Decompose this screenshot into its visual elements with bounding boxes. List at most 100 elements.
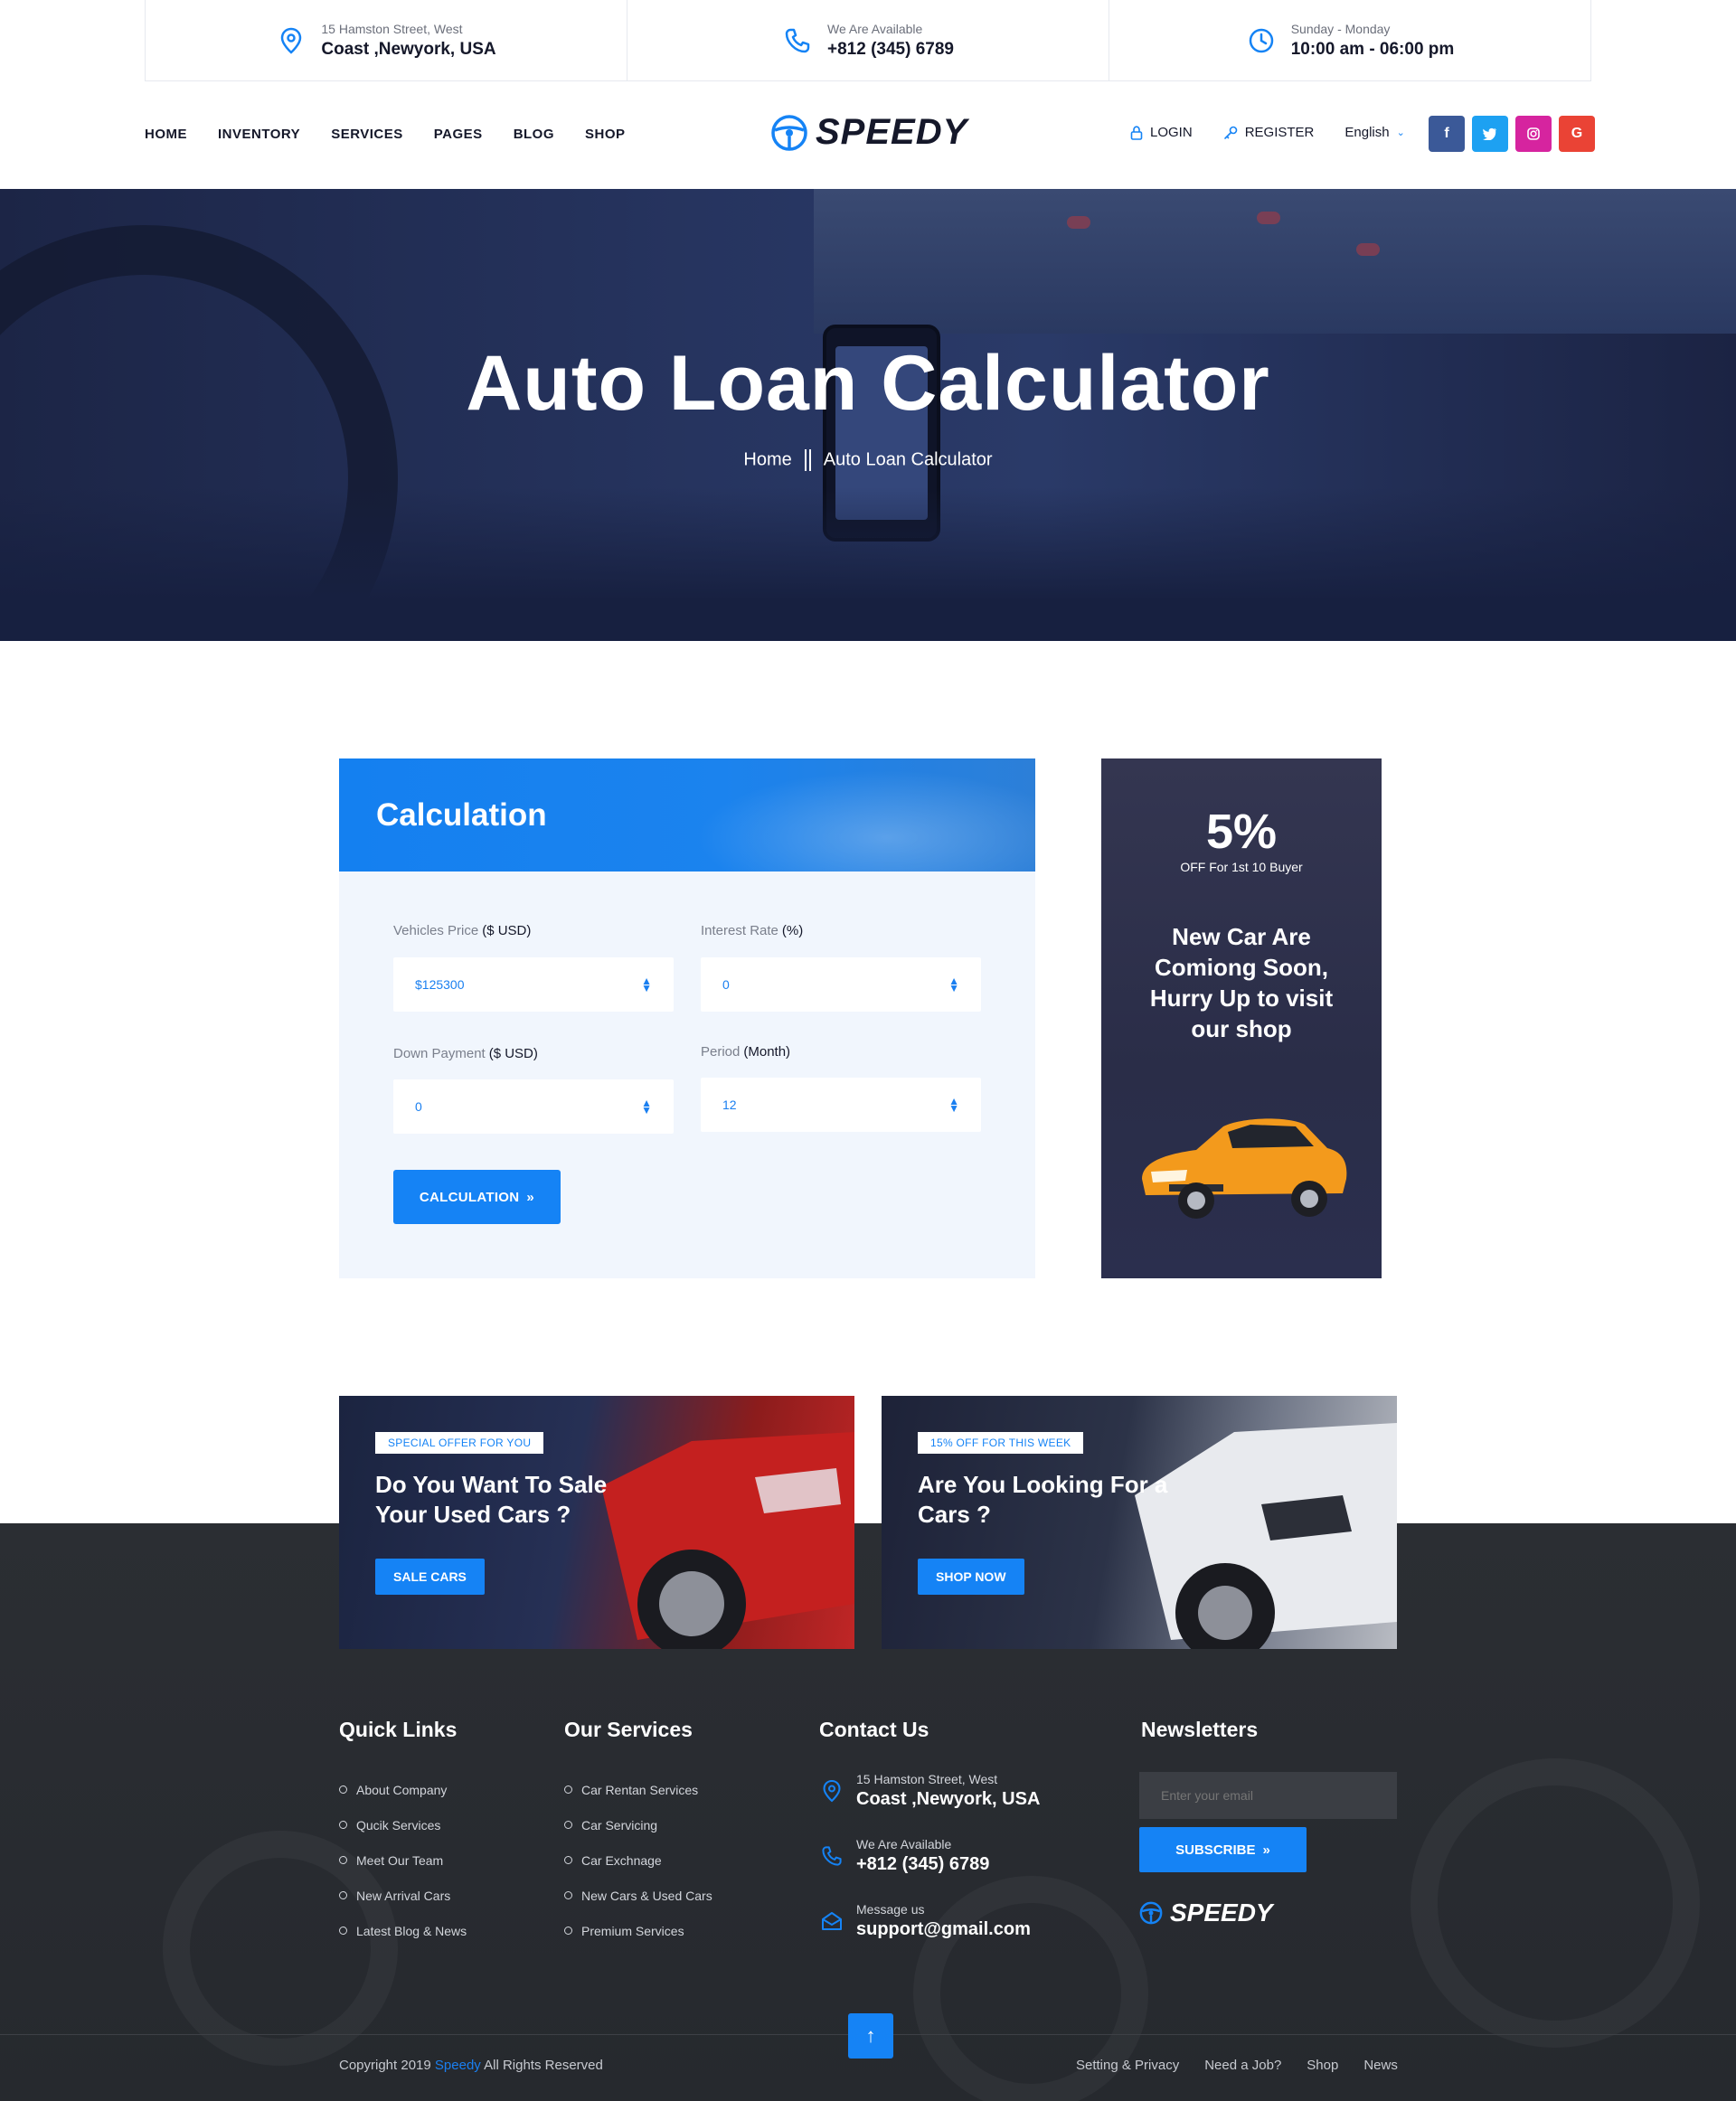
list-item[interactable]: Latest Blog & News (339, 1913, 467, 1948)
hero-taillight (1067, 216, 1090, 229)
newsletter-email-input[interactable] (1139, 1772, 1397, 1819)
promo-message: New Car Are Comiong Soon, Hurry Up to vi… (1149, 923, 1334, 1042)
copyright-suffix: All Rights Reserved (484, 2058, 603, 2073)
vehicle-price-unit: ($ USD) (482, 923, 532, 938)
footer-bg-wheel (1410, 1758, 1700, 2048)
calculator-header-car-image (665, 758, 1035, 871)
contact-title: Contact Us (819, 1718, 929, 1741)
list-item[interactable]: Premium Services (564, 1913, 712, 1948)
page-title: Auto Loan Calculator (466, 340, 1270, 427)
list-item[interactable]: About Company (339, 1772, 467, 1807)
nav-services[interactable]: SERVICES (331, 127, 403, 142)
double-chevron-right-icon: » (1262, 1842, 1270, 1858)
footer-logo[interactable]: SPEEDY (1139, 1898, 1273, 1927)
promo-banner[interactable]: 5% OFF For 1st 10 Buyer New Car Are Comi… (1101, 758, 1382, 1278)
nav-inventory[interactable]: INVENTORY (218, 127, 300, 142)
footer-email-big[interactable]: support@gmail.com (856, 1919, 1031, 1940)
register-link[interactable]: REGISTER (1223, 125, 1315, 140)
footer-email-small: Message us (856, 1902, 925, 1917)
offer-card-sale[interactable]: SPECIAL OFFER FOR YOU Do You Want To Sal… (339, 1396, 854, 1649)
spinner-icon[interactable]: ▲ ▼ (948, 1096, 959, 1114)
hero-road-image (814, 189, 1736, 334)
footer-contact-phone: We Are Available +812 (345) 6789 (818, 1837, 989, 1875)
offer-heading: Do You Want To Sale Your Used Cars ? (375, 1471, 608, 1528)
nav-pages[interactable]: PAGES (434, 127, 483, 142)
topbar-phone-big[interactable]: +812 (345) 6789 (827, 40, 954, 60)
facebook-icon[interactable]: f (1429, 116, 1465, 152)
offer-tag: SPECIAL OFFER FOR YOU (375, 1432, 544, 1454)
list-item[interactable]: New Cars & Used Cars (564, 1878, 712, 1913)
offer-card-shop[interactable]: 15% OFF FOR THIS WEEK Are You Looking Fo… (882, 1396, 1397, 1649)
nav-shop[interactable]: SHOP (585, 127, 626, 142)
spinner-icon[interactable]: ▲ ▼ (948, 975, 959, 994)
subscribe-button[interactable]: SUBSCRIBE » (1139, 1827, 1307, 1872)
steering-wheel-icon (771, 114, 807, 151)
down-payment-input[interactable]: 0 ▲ ▼ (393, 1079, 674, 1134)
list-item[interactable]: Meet Our Team (339, 1842, 467, 1878)
login-link[interactable]: LOGIN (1130, 125, 1193, 140)
list-item[interactable]: Car Rentan Services (564, 1772, 712, 1807)
topbar-phone: We Are Available +812 (345) 6789 (627, 0, 1109, 80)
language-select[interactable]: English ⌄ (1344, 125, 1404, 140)
twitter-icon[interactable] (1472, 116, 1508, 152)
down-payment-value: 0 (415, 1099, 422, 1114)
newsletter-title: Newsletters (1141, 1718, 1259, 1741)
double-chevron-right-icon: » (526, 1189, 535, 1205)
footer-bottom-links: Setting & Privacy Need a Job? Shop News (1076, 2058, 1398, 2073)
header-auth: LOGIN REGISTER English ⌄ (1130, 125, 1405, 140)
list-item[interactable]: Car Exchnage (564, 1842, 712, 1878)
vehicle-price-label-text: Vehicles Price (393, 923, 479, 938)
services-title: Our Services (564, 1718, 693, 1741)
login-label: LOGIN (1150, 125, 1193, 140)
news-link[interactable]: News (1363, 2058, 1398, 2073)
spinner-icon[interactable]: ▲ ▼ (641, 1098, 652, 1116)
vehicle-price-input[interactable]: $125300 ▲ ▼ (393, 957, 674, 1012)
scroll-to-top-button[interactable]: ↑ (848, 2013, 893, 2059)
vehicle-price-value: $125300 (415, 977, 465, 992)
down-payment-unit: ($ USD) (488, 1046, 538, 1061)
period-label: Period (Month) (701, 1044, 790, 1060)
register-label: REGISTER (1244, 125, 1315, 140)
topbar-hours-big: 10:00 am - 06:00 pm (1290, 39, 1455, 59)
calculation-button[interactable]: CALCULATION » (393, 1170, 561, 1224)
setting-privacy-link[interactable]: Setting & Privacy (1076, 2058, 1179, 2073)
spinner-icon[interactable]: ▲ ▼ (641, 975, 652, 994)
hero-taillight (1356, 243, 1380, 256)
interest-rate-unit: (%) (781, 923, 804, 938)
period-input[interactable]: 12 ▲ ▼ (701, 1078, 981, 1132)
phone-icon (818, 1845, 845, 1867)
topbar-address-big: Coast ,Newyork, USA (321, 39, 496, 59)
down-payment-label: Down Payment ($ USD) (393, 1046, 538, 1061)
nav-home[interactable]: HOME (145, 127, 187, 142)
copyright-brand[interactable]: Speedy (435, 2058, 481, 2073)
footer-contact-email: Message us support@gmail.com (818, 1902, 1031, 1940)
phone-icon (782, 25, 813, 56)
sale-cars-button[interactable]: SALE CARS (375, 1559, 485, 1595)
instagram-icon[interactable] (1515, 116, 1552, 152)
period-unit: (Month) (743, 1044, 791, 1060)
nav-blog[interactable]: BLOG (514, 127, 554, 142)
need-a-job-link[interactable]: Need a Job? (1204, 2058, 1281, 2073)
topbar-address: 15 Hamston Street, West Coast ,Newyork, … (146, 0, 627, 80)
list-item[interactable]: Qucik Services (339, 1807, 467, 1842)
shop-now-button[interactable]: SHOP NOW (918, 1559, 1024, 1595)
list-item[interactable]: Car Servicing (564, 1807, 712, 1842)
logo-text: SPEEDY (816, 112, 968, 152)
footer-phone-big[interactable]: +812 (345) 6789 (856, 1854, 989, 1875)
footer-address-big: Coast ,Newyork, USA (856, 1789, 1041, 1809)
interest-rate-input[interactable]: 0 ▲ ▼ (701, 957, 981, 1012)
footer-contact-address: 15 Hamston Street, West Coast ,Newyork, … (818, 1772, 1040, 1810)
google-icon[interactable]: G (1559, 116, 1595, 152)
interest-rate-value: 0 (722, 977, 730, 992)
red-car-image (601, 1432, 854, 1649)
arrow-up-icon: ↑ (865, 2024, 876, 2047)
breadcrumb-separator (804, 449, 811, 471)
orange-car-image (1142, 1118, 1347, 1219)
loan-calculator: Calculation Vehicles Price ($ USD) $12530… (339, 758, 1035, 1278)
clock-icon (1246, 25, 1277, 56)
top-info-bar: 15 Hamston Street, West Coast ,Newyork, … (145, 0, 1591, 81)
breadcrumb-home[interactable]: Home (743, 449, 791, 469)
site-logo[interactable]: SPEEDY (770, 112, 967, 153)
list-item[interactable]: New Arrival Cars (339, 1878, 467, 1913)
shop-link[interactable]: Shop (1307, 2058, 1338, 2073)
